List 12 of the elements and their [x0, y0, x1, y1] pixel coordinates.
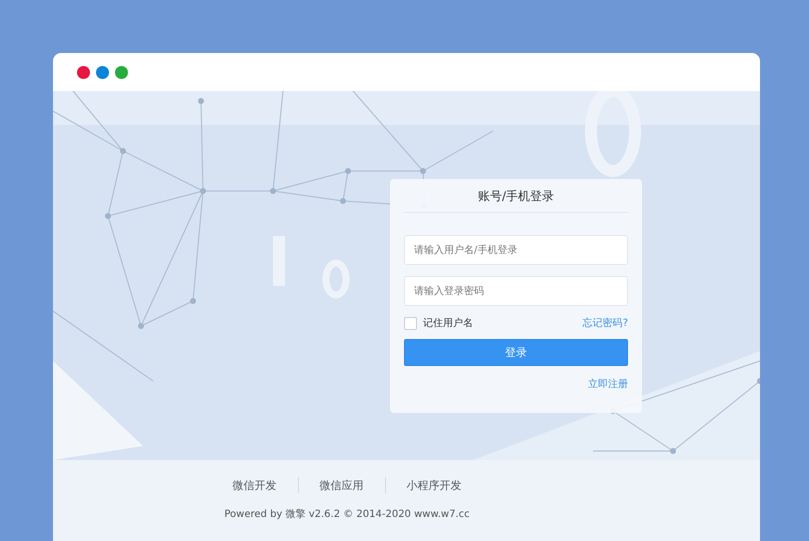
window-dot[interactable]	[96, 66, 109, 78]
window-dot[interactable]	[115, 66, 128, 78]
input-field[interactable]: 请输入登录密码	[404, 276, 628, 306]
window-dot[interactable]	[77, 66, 90, 78]
remember-label: 记住用户名	[423, 316, 473, 330]
input-field[interactable]: 请输入用户名/手机登录	[404, 235, 628, 265]
footer-link[interactable]: 微信开发	[212, 478, 298, 492]
copyright-text: Powered by 微擎 v2.6.2 © 2014-2020 www.w7.cc	[224, 508, 470, 521]
footer-link[interactable]: 小程序开发	[386, 478, 482, 492]
remember-checkbox[interactable]	[404, 316, 417, 330]
footer-link[interactable]: 微信应用	[298, 478, 384, 492]
login-title: 账号/手机登录	[476, 188, 556, 205]
